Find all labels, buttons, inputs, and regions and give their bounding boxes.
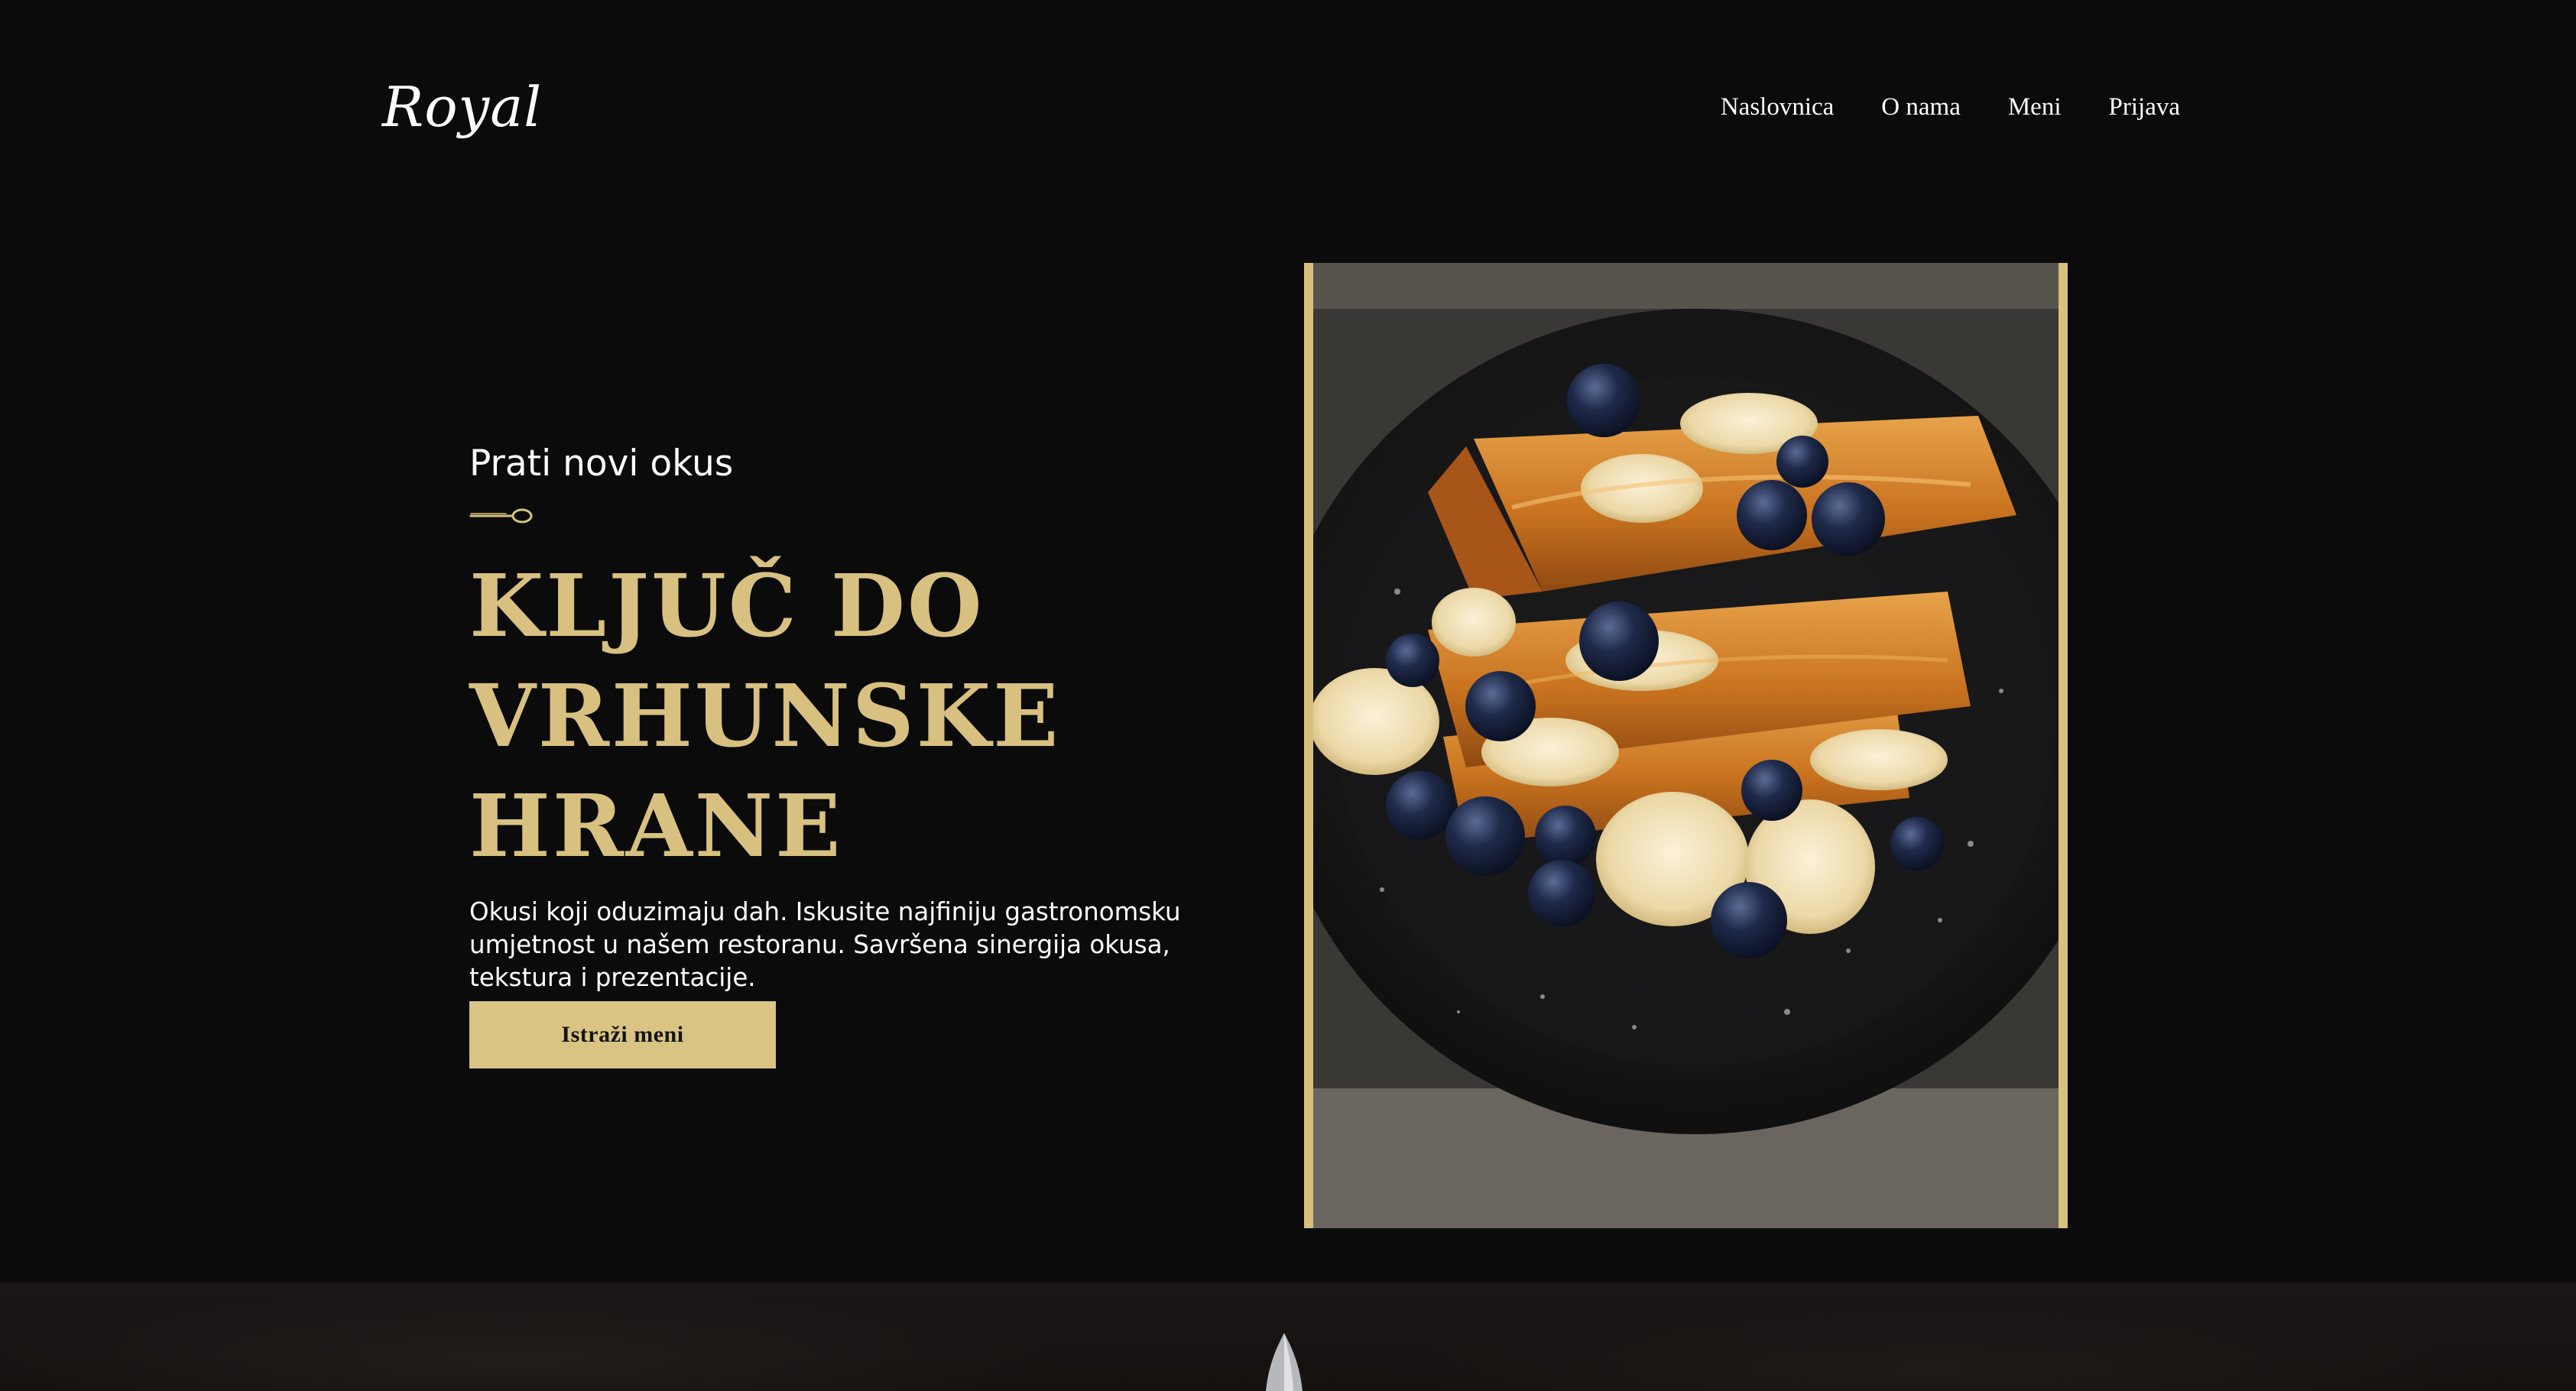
- nav-item-o-nama[interactable]: O nama: [1881, 87, 1961, 127]
- nav-item-naslovnica[interactable]: Naslovnica: [1721, 87, 1834, 127]
- explore-menu-button[interactable]: Istraži meni: [469, 1001, 776, 1068]
- knife-icon: [1266, 1333, 1303, 1391]
- headline-line-1: KLJUČ DO: [469, 556, 985, 657]
- headline-line-2: VRHUNSKE: [469, 666, 1061, 767]
- food-illustration: [1313, 263, 2059, 1228]
- spoon-icon: [469, 508, 533, 524]
- hero-kicker: Prati novi okus: [469, 443, 734, 485]
- nav-item-prijava[interactable]: Prijava: [2109, 87, 2180, 127]
- landing-page: Royal Naslovnica O nama Meni Prijava Pra…: [0, 0, 2576, 1391]
- headline-line-3: HRANE: [469, 777, 843, 877]
- nav-item-meni[interactable]: Meni: [2008, 87, 2062, 127]
- brand-logo[interactable]: Royal: [382, 70, 542, 144]
- hero-description: Okusi koji oduzimaju dah. Iskusite najfi…: [469, 897, 1181, 992]
- main-navigation: Naslovnica O nama Meni Prijava: [1721, 87, 2180, 127]
- hero-image-frame: [1304, 263, 2068, 1228]
- hero-headline: KLJUČ DO VRHUNSKE HRANE: [469, 552, 1096, 882]
- hero-food-photo: [1313, 263, 2059, 1228]
